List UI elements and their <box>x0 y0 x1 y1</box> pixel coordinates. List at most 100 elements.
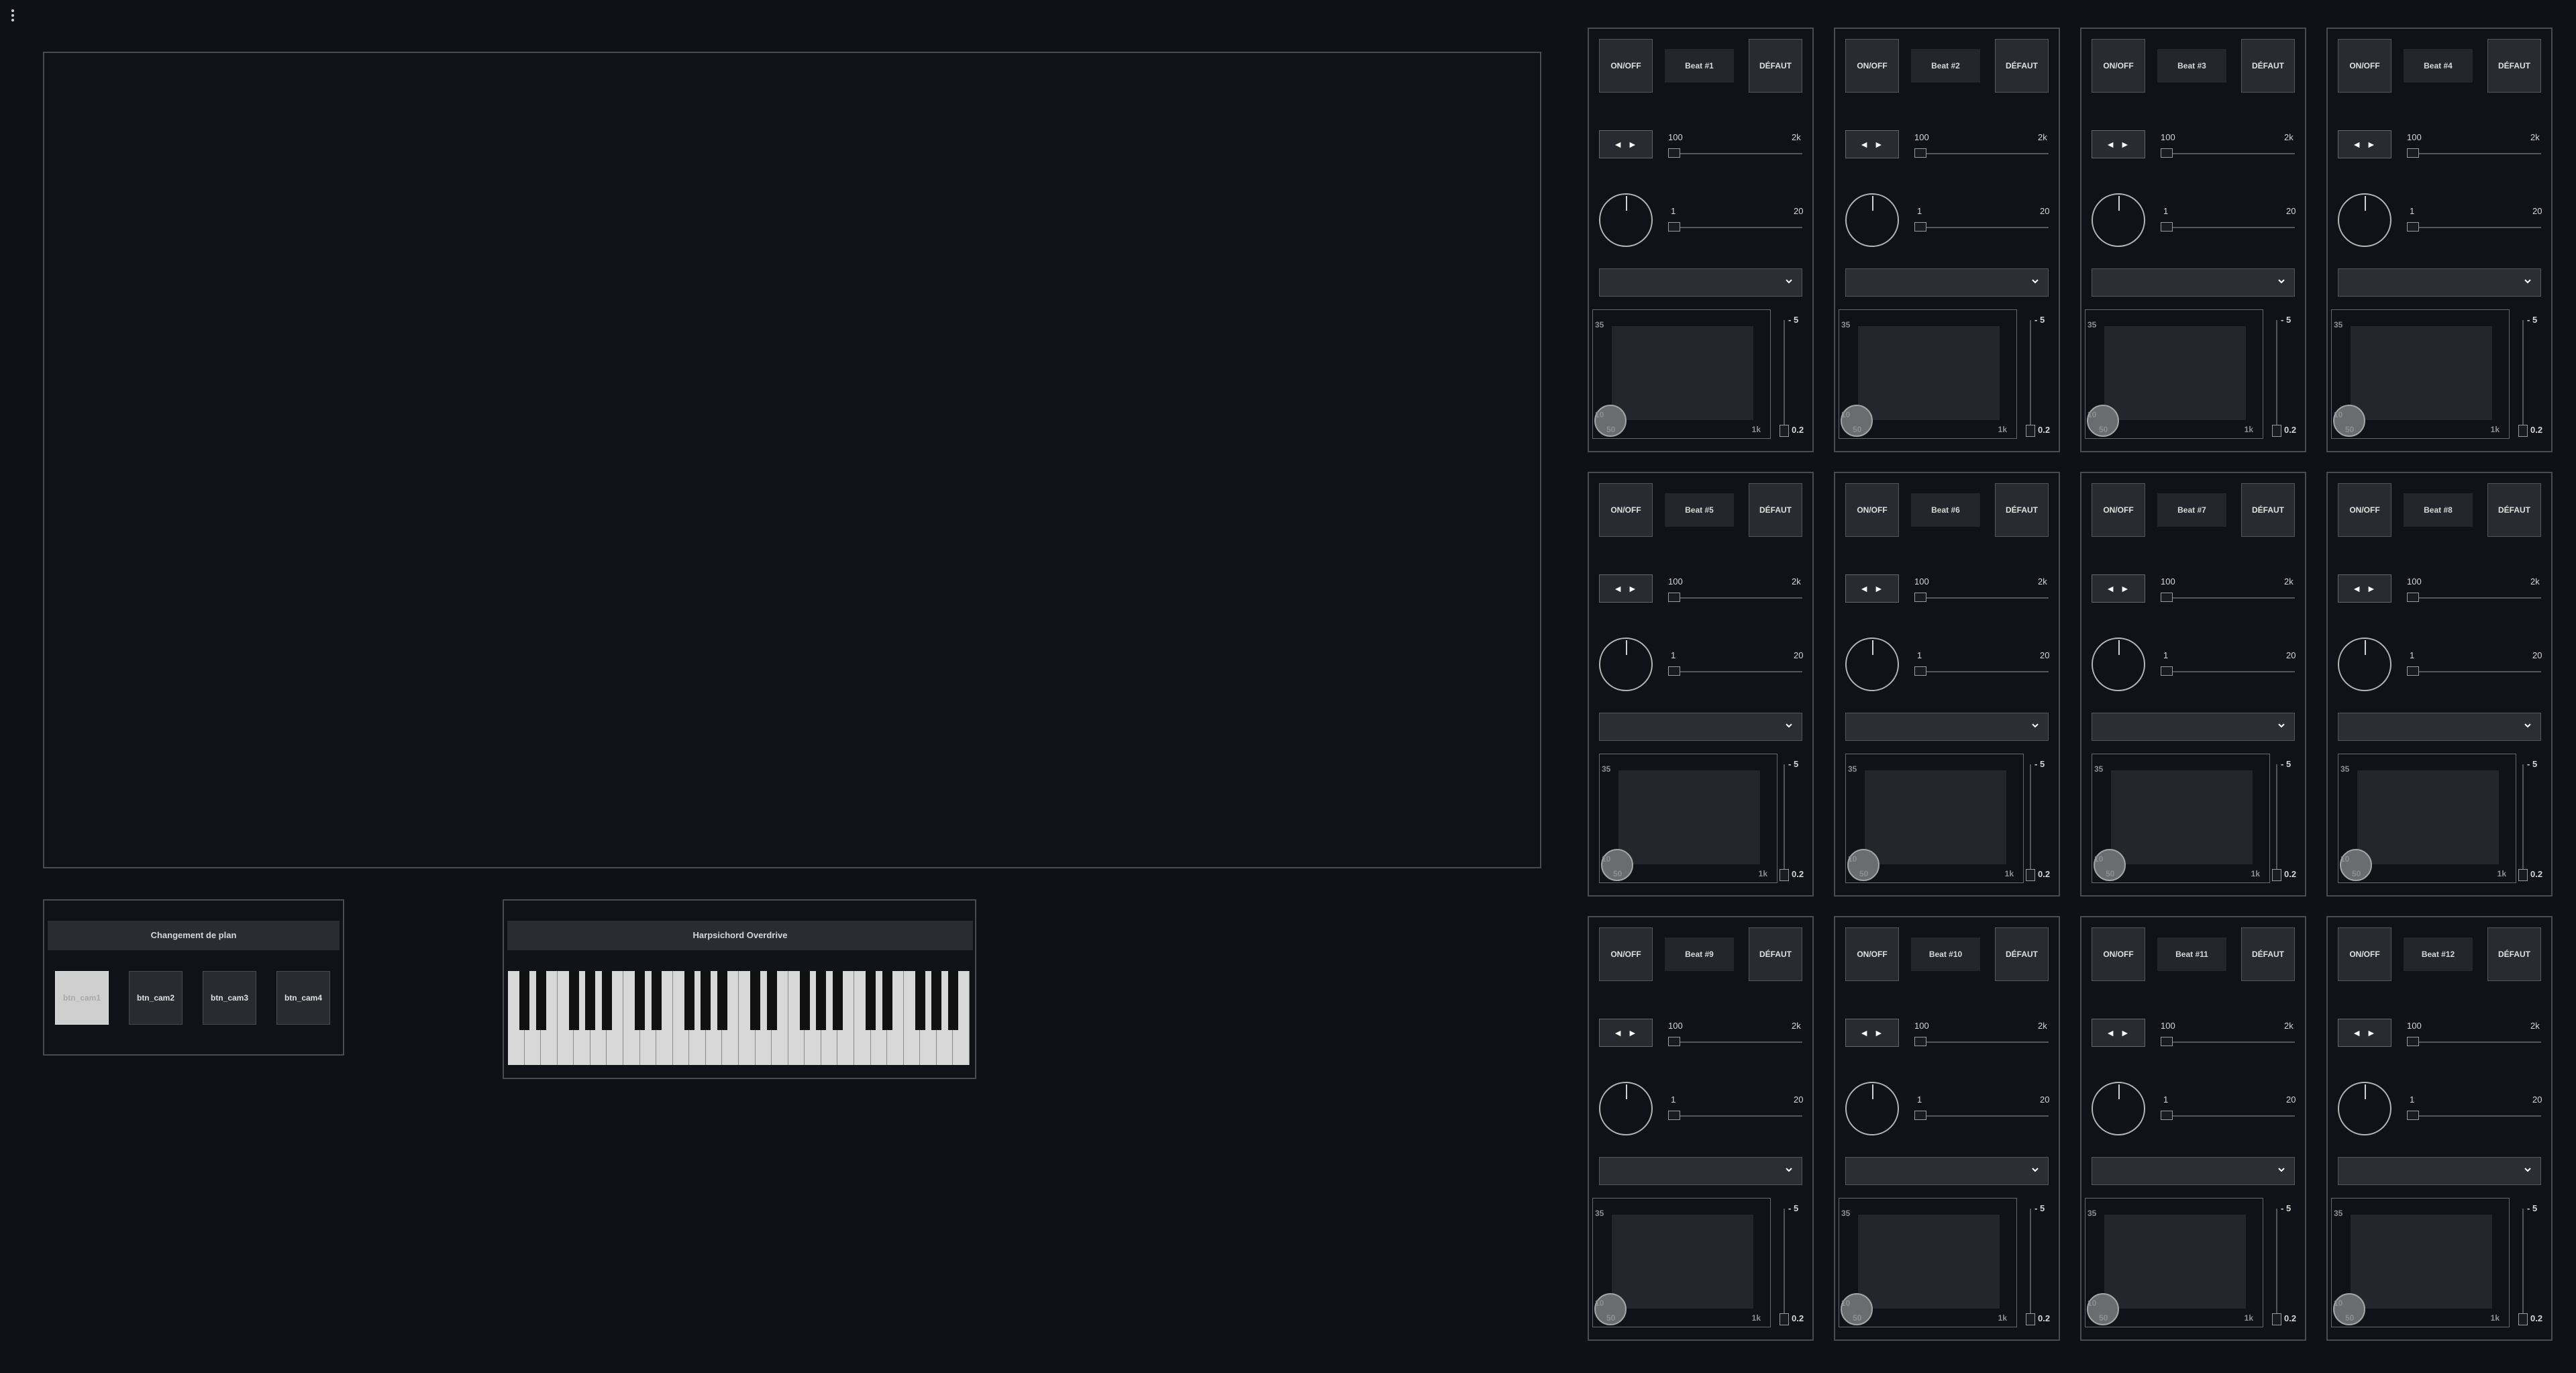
vertical-slider-thumb[interactable] <box>2272 1313 2281 1325</box>
black-key[interactable] <box>882 971 892 1030</box>
camera-button-2[interactable]: btn_cam2 <box>129 971 183 1025</box>
slider2-thumb[interactable] <box>2161 1111 2173 1120</box>
vertical-slider-track[interactable] <box>2030 1209 2031 1323</box>
default-button[interactable]: DÉFAUT <box>2487 927 2541 981</box>
left-right-arrows-icon[interactable]: ◄ ► <box>1845 1019 1899 1047</box>
vertical-slider-track[interactable] <box>2522 764 2524 878</box>
black-key[interactable] <box>766 971 777 1030</box>
rotary-knob-icon[interactable] <box>1599 1082 1653 1135</box>
left-right-arrows-icon[interactable]: ◄ ► <box>1845 130 1899 158</box>
vertical-slider-track[interactable] <box>2276 320 2277 434</box>
black-key[interactable] <box>833 971 843 1030</box>
black-key[interactable] <box>568 971 579 1030</box>
left-right-arrows-icon[interactable]: ◄ ► <box>2092 574 2145 603</box>
slider2-thumb[interactable] <box>2161 666 2173 676</box>
camera-button-3[interactable]: btn_cam3 <box>203 971 256 1025</box>
black-key[interactable] <box>519 971 529 1030</box>
default-button[interactable]: DÉFAUT <box>2241 39 2295 93</box>
slider2-thumb[interactable] <box>2161 222 2173 232</box>
dropdown-select[interactable] <box>2092 713 2295 741</box>
dropdown-select[interactable] <box>1599 268 1802 297</box>
default-button[interactable]: DÉFAUT <box>1995 927 2049 981</box>
vertical-slider-thumb[interactable] <box>1780 1313 1789 1325</box>
left-right-arrows-icon[interactable]: ◄ ► <box>1599 1019 1653 1047</box>
slider2-track[interactable] <box>2161 227 2295 228</box>
black-key[interactable] <box>866 971 876 1030</box>
rotary-knob-icon[interactable] <box>1599 638 1653 691</box>
slider2-track[interactable] <box>1914 671 2049 672</box>
xy-pad[interactable]: 35 10 50 1k <box>2092 754 2270 883</box>
vertical-slider-track[interactable] <box>2276 1209 2277 1323</box>
slider2-thumb[interactable] <box>1914 1111 1926 1120</box>
black-key[interactable] <box>651 971 662 1030</box>
slider2-thumb[interactable] <box>1914 222 1926 232</box>
vertical-slider-track[interactable] <box>1784 320 1785 434</box>
slider1-thumb[interactable] <box>2407 1037 2419 1046</box>
vertical-slider-thumb[interactable] <box>1780 869 1789 881</box>
slider1-track[interactable] <box>1914 1041 2049 1043</box>
slider2-track[interactable] <box>1914 227 2049 228</box>
onoff-button[interactable]: ON/OFF <box>1599 39 1653 93</box>
slider1-thumb[interactable] <box>1914 593 1926 602</box>
vertical-slider-track[interactable] <box>1784 1209 1785 1323</box>
xy-pad[interactable]: 35 10 50 1k <box>2338 754 2516 883</box>
slider1-thumb[interactable] <box>2161 148 2173 158</box>
black-key[interactable] <box>915 971 925 1030</box>
xy-pad[interactable]: 35 10 50 1k <box>1839 309 2017 439</box>
vertical-slider-thumb[interactable] <box>2026 869 2035 881</box>
vertical-slider-thumb[interactable] <box>2272 425 2281 437</box>
black-key[interactable] <box>799 971 810 1030</box>
rotary-knob-icon[interactable] <box>2092 638 2145 691</box>
left-right-arrows-icon[interactable]: ◄ ► <box>2338 130 2391 158</box>
vertical-slider-track[interactable] <box>2030 764 2031 878</box>
slider1-track[interactable] <box>2407 597 2541 599</box>
slider2-thumb[interactable] <box>1668 666 1680 676</box>
dropdown-select[interactable] <box>1599 713 1802 741</box>
left-right-arrows-icon[interactable]: ◄ ► <box>2338 1019 2391 1047</box>
vertical-slider-track[interactable] <box>1784 764 1785 878</box>
vertical-slider-thumb[interactable] <box>2518 869 2528 881</box>
black-key[interactable] <box>816 971 827 1030</box>
slider1-track[interactable] <box>2161 153 2295 154</box>
camera-button-4[interactable]: btn_cam4 <box>276 971 330 1025</box>
black-key[interactable] <box>717 971 727 1030</box>
slider1-track[interactable] <box>1668 597 1802 599</box>
vertical-slider-thumb[interactable] <box>2026 425 2035 437</box>
slider2-track[interactable] <box>2161 671 2295 672</box>
left-right-arrows-icon[interactable]: ◄ ► <box>1599 574 1653 603</box>
slider1-thumb[interactable] <box>1914 1037 1926 1046</box>
onoff-button[interactable]: ON/OFF <box>1845 927 1899 981</box>
dropdown-select[interactable] <box>1599 1157 1802 1185</box>
slider2-track[interactable] <box>2161 1115 2295 1117</box>
dropdown-select[interactable] <box>2338 268 2541 297</box>
camera-button-1[interactable]: btn_cam1 <box>55 971 109 1025</box>
default-button[interactable]: DÉFAUT <box>2487 483 2541 537</box>
slider1-thumb[interactable] <box>2407 148 2419 158</box>
slider2-track[interactable] <box>2407 227 2541 228</box>
left-right-arrows-icon[interactable]: ◄ ► <box>2338 574 2391 603</box>
slider1-thumb[interactable] <box>1668 148 1680 158</box>
default-button[interactable]: DÉFAUT <box>1749 927 1802 981</box>
slider2-track[interactable] <box>2407 1115 2541 1117</box>
slider2-thumb[interactable] <box>2407 222 2419 232</box>
slider1-thumb[interactable] <box>1914 148 1926 158</box>
slider2-thumb[interactable] <box>1668 1111 1680 1120</box>
dropdown-select[interactable] <box>1845 1157 2049 1185</box>
vertical-slider-track[interactable] <box>2522 1209 2524 1323</box>
black-key[interactable] <box>948 971 958 1030</box>
rotary-knob-icon[interactable] <box>2338 193 2391 247</box>
slider2-track[interactable] <box>1668 671 1802 672</box>
xy-pad[interactable]: 35 10 50 1k <box>1599 754 1778 883</box>
slider1-track[interactable] <box>1668 153 1802 154</box>
dropdown-select[interactable] <box>1845 713 2049 741</box>
rotary-knob-icon[interactable] <box>2092 193 2145 247</box>
slider2-thumb[interactable] <box>1914 666 1926 676</box>
onoff-button[interactable]: ON/OFF <box>1845 39 1899 93</box>
dropdown-select[interactable] <box>2092 268 2295 297</box>
slider2-track[interactable] <box>1668 227 1802 228</box>
left-right-arrows-icon[interactable]: ◄ ► <box>1845 574 1899 603</box>
onoff-button[interactable]: ON/OFF <box>2092 927 2145 981</box>
onoff-button[interactable]: ON/OFF <box>2092 483 2145 537</box>
rotary-knob-icon[interactable] <box>1845 1082 1899 1135</box>
slider1-track[interactable] <box>1914 153 2049 154</box>
